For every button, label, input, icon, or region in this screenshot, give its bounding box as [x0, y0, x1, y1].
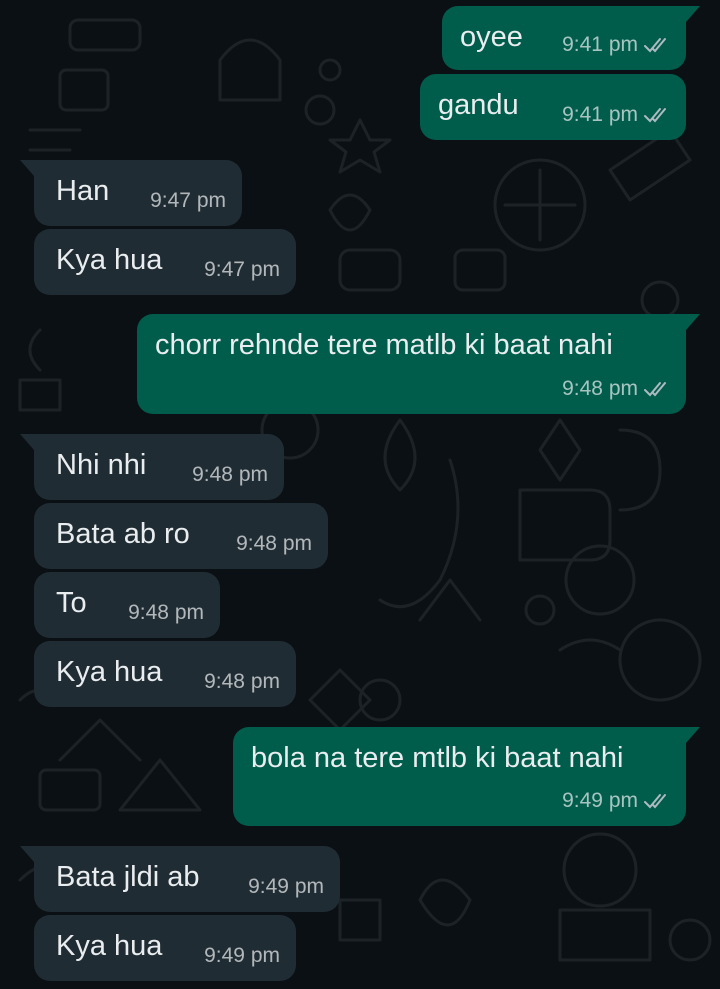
message-text: Kya hua: [56, 930, 163, 962]
incoming-message[interactable]: Han 9:47 pm: [20, 160, 242, 226]
message-text: chorr rehnde tere matlb ki baat nahi: [155, 329, 613, 361]
message-text: bola na tere mtlb ki baat nahi: [251, 742, 624, 774]
incoming-message[interactable]: Bata ab ro 9:48 pm: [34, 503, 328, 569]
message-time: 9:48 pm: [204, 670, 280, 693]
message-text: Kya hua: [56, 244, 163, 276]
message-meta: 9:48 pm: [192, 464, 268, 486]
message-meta: 9:49 pm: [248, 876, 324, 898]
message-meta: 9:48 pm: [204, 671, 280, 693]
message-list: oyee 9:41 pm gandu 9:41 pm Han 9:47 pm K…: [0, 0, 720, 989]
message-time: 9:47 pm: [204, 258, 280, 281]
double-check-icon: [644, 108, 666, 123]
message-meta: 9:47 pm: [204, 259, 280, 281]
message-text: To: [56, 587, 87, 619]
message-meta: 9:48 pm: [236, 533, 312, 555]
message-meta: 9:47 pm: [150, 190, 226, 212]
message-text: Han: [56, 175, 110, 207]
bubble-tail-icon: [686, 6, 700, 22]
message-time: 9:48 pm: [128, 601, 204, 624]
incoming-message[interactable]: To 9:48 pm: [34, 572, 220, 638]
outgoing-message[interactable]: gandu 9:41 pm: [420, 74, 686, 140]
outgoing-message[interactable]: oyee 9:41 pm: [442, 6, 700, 70]
message-time: 9:49 pm: [562, 789, 638, 812]
bubble-tail-icon: [686, 727, 700, 743]
incoming-message[interactable]: Bata jldi ab 9:49 pm: [20, 846, 340, 912]
message-meta: 9:49 pm: [562, 790, 670, 812]
message-text: Bata jldi ab: [56, 861, 200, 893]
double-check-icon: [644, 38, 666, 53]
message-time: 9:49 pm: [204, 944, 280, 967]
message-text: Kya hua: [56, 656, 163, 688]
bubble-tail-icon: [686, 314, 700, 330]
message-meta: 9:48 pm: [562, 378, 670, 400]
bubble-tail-icon: [20, 434, 34, 450]
message-meta: 9:41 pm: [562, 104, 670, 126]
incoming-message[interactable]: Kya hua 9:47 pm: [34, 229, 296, 295]
double-check-icon: [644, 382, 666, 397]
message-meta: 9:48 pm: [128, 602, 204, 624]
message-time: 9:41 pm: [562, 103, 638, 126]
incoming-message[interactable]: Kya hua 9:48 pm: [34, 641, 296, 707]
outgoing-message[interactable]: bola na tere mtlb ki baat nahi 9:49 pm: [233, 727, 700, 826]
message-time: 9:41 pm: [562, 33, 638, 56]
incoming-message[interactable]: Nhi nhi 9:48 pm: [20, 434, 284, 500]
message-text: Nhi nhi: [56, 449, 147, 481]
message-time: 9:49 pm: [248, 875, 324, 898]
message-time: 9:47 pm: [150, 189, 226, 212]
outgoing-message[interactable]: chorr rehnde tere matlb ki baat nahi 9:4…: [137, 314, 700, 414]
message-time: 9:48 pm: [236, 532, 312, 555]
message-text: gandu: [438, 89, 519, 121]
bubble-tail-icon: [20, 846, 34, 862]
message-time: 9:48 pm: [562, 377, 638, 400]
incoming-message[interactable]: Kya hua 9:49 pm: [34, 915, 296, 981]
message-meta: 9:49 pm: [204, 945, 280, 967]
double-check-icon: [644, 794, 666, 809]
bubble-tail-icon: [20, 160, 34, 176]
message-text: Bata ab ro: [56, 518, 190, 550]
message-meta: 9:41 pm: [562, 34, 670, 56]
message-text: oyee: [460, 21, 523, 53]
message-time: 9:48 pm: [192, 463, 268, 486]
